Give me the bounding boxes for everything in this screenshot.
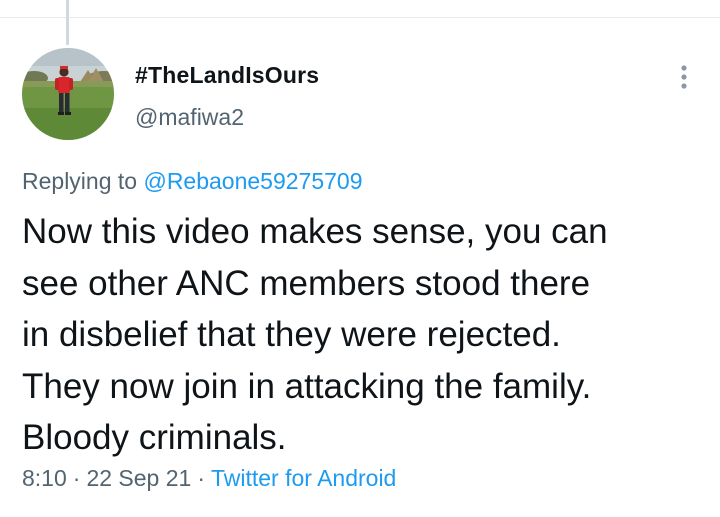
tweet-text-line: see other ANC members stood there <box>22 263 591 303</box>
avatar-photo <box>22 48 114 140</box>
tweet-source-link[interactable]: Twitter for Android <box>211 465 396 491</box>
tweet-date[interactable]: 22 Sep 21 <box>86 465 191 491</box>
tweet-text-line: Now this video makes sense, you can <box>22 212 608 251</box>
tweet-text: Now this video makes sense, you can see … <box>22 206 712 464</box>
author-display-name[interactable]: #TheLandIsOurs <box>135 62 319 89</box>
replying-to-prefix: Replying to <box>22 168 138 194</box>
replying-to-line: Replying to @Rebaone59275709 <box>22 168 363 195</box>
separator-dot: · <box>197 465 205 491</box>
tweet-text-line: They now join in attacking the family. <box>22 366 592 406</box>
tweet-time[interactable]: 8:10 <box>22 465 67 491</box>
replying-to-mention[interactable]: @Rebaone59275709 <box>143 168 362 194</box>
avatar[interactable] <box>22 48 114 140</box>
more-vertical-icon <box>681 65 687 89</box>
tweet-text-line: Bloody criminals. <box>22 418 287 457</box>
author-handle[interactable]: @mafiwa2 <box>135 104 244 131</box>
tweet-metadata: 8:10 · 22 Sep 21 · Twitter for Android <box>22 465 396 492</box>
top-divider <box>0 17 720 18</box>
thread-connector-line <box>66 0 69 45</box>
separator-dot: · <box>72 465 81 491</box>
tweet-text-line: in disbelief that they were rejected. <box>22 315 561 354</box>
more-options-button[interactable] <box>672 62 696 92</box>
